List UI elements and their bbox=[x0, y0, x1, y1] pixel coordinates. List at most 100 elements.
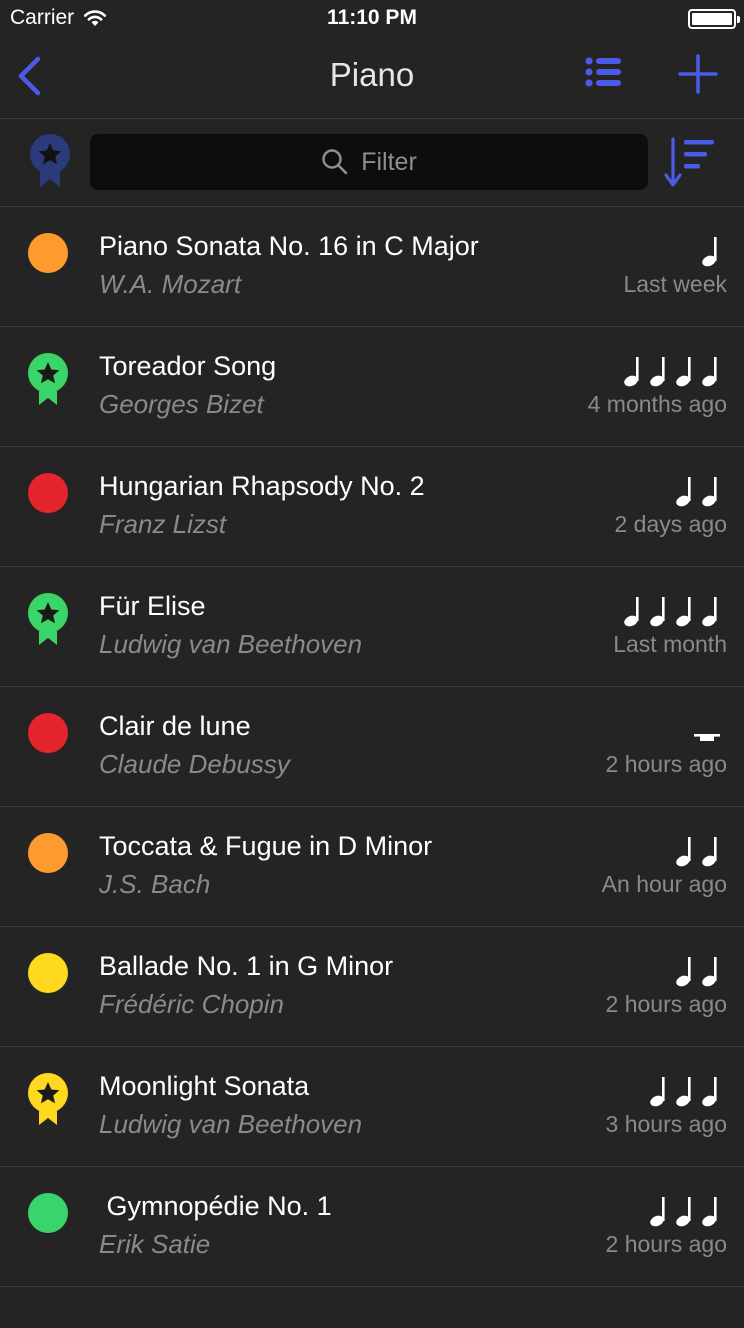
quarter-note-icon bbox=[676, 1197, 691, 1227]
piece-composer: Ludwig van Beethoven bbox=[99, 629, 363, 659]
note-mark bbox=[700, 955, 722, 987]
battery-icon bbox=[688, 9, 740, 29]
last-practiced-time: An hour ago bbox=[601, 871, 727, 897]
list-item[interactable]: Ballade No. 1 in G Minor Frédéric Chopin 2… bbox=[0, 927, 744, 1047]
quarter-note-icon bbox=[624, 357, 639, 387]
quarter-note-icon bbox=[624, 597, 639, 627]
status-dot-icon bbox=[28, 833, 68, 873]
status-dot-icon bbox=[28, 713, 68, 753]
difficulty-rating bbox=[700, 233, 722, 267]
filter-placeholder: Filter bbox=[361, 147, 417, 176]
list-item[interactable]: Hungarian Rhapsody No. 2 Franz Lizst 2 day… bbox=[0, 447, 744, 567]
sort-button[interactable] bbox=[664, 135, 718, 191]
difficulty-rating bbox=[648, 1193, 722, 1227]
note-mark bbox=[700, 475, 722, 507]
last-practiced-time: Last week bbox=[623, 271, 727, 297]
quarter-note-icon bbox=[702, 957, 717, 987]
note-mark bbox=[674, 355, 696, 387]
last-practiced-time: 2 hours ago bbox=[605, 991, 727, 1017]
piece-composer: Frédéric Chopin bbox=[99, 989, 284, 1019]
quarter-note-icon bbox=[702, 477, 717, 507]
piece-composer: Franz Lizst bbox=[99, 509, 227, 539]
list-item[interactable]: Gymnopédie No. 1 Erik Satie 2 hours ago bbox=[0, 1167, 744, 1287]
note-mark bbox=[622, 595, 644, 627]
piece-title: Clair de lune bbox=[99, 711, 251, 741]
note-mark bbox=[648, 595, 670, 627]
note-mark bbox=[674, 595, 696, 627]
quarter-note-icon bbox=[702, 837, 717, 867]
note-mark bbox=[674, 1075, 696, 1107]
medal-icon bbox=[28, 593, 68, 645]
difficulty-rating bbox=[692, 713, 722, 747]
status-bar: Carrier 11:10 PM bbox=[0, 0, 744, 40]
list-item[interactable]: Piano Sonata No. 16 in C Major W.A. Mozar… bbox=[0, 207, 744, 327]
piece-title: Für Elise bbox=[99, 591, 206, 621]
difficulty-rating bbox=[622, 353, 722, 387]
filter-input[interactable]: Filter bbox=[90, 134, 648, 190]
list-view-button[interactable] bbox=[582, 54, 626, 94]
difficulty-rating bbox=[674, 473, 722, 507]
piece-title: Moonlight Sonata bbox=[99, 1071, 310, 1101]
quarter-note-icon bbox=[676, 1077, 691, 1107]
quarter-note-icon bbox=[650, 1197, 665, 1227]
note-mark bbox=[700, 595, 722, 627]
list-item[interactable]: Toreador Song Georges Bizet 4 months ago bbox=[0, 327, 744, 447]
status-indicator bbox=[28, 353, 68, 407]
last-practiced-time: 2 hours ago bbox=[605, 1231, 727, 1257]
piece-title: Piano Sonata No. 16 in C Major bbox=[99, 231, 479, 261]
status-dot-icon bbox=[28, 953, 68, 993]
piece-title: Toccata & Fugue in D Minor bbox=[99, 831, 433, 861]
note-mark bbox=[648, 355, 670, 387]
quarter-note-icon bbox=[676, 477, 691, 507]
plus-icon bbox=[678, 54, 718, 94]
quarter-note-icon bbox=[702, 237, 717, 267]
note-mark bbox=[700, 1075, 722, 1107]
list-item[interactable]: Moonlight Sonata Ludwig van Beethoven 3 ho… bbox=[0, 1047, 744, 1167]
piece-composer: Erik Satie bbox=[99, 1229, 211, 1259]
list-item[interactable]: Für Elise Ludwig van Beethoven Last month bbox=[0, 567, 744, 687]
medal-icon bbox=[28, 353, 68, 405]
status-dot-icon bbox=[28, 473, 68, 513]
piece-composer: Claude Debussy bbox=[99, 749, 290, 779]
search-icon bbox=[322, 149, 348, 175]
piece-composer: Ludwig van Beethoven bbox=[99, 1109, 363, 1139]
medal-filter-button[interactable] bbox=[28, 133, 72, 191]
note-mark bbox=[674, 1195, 696, 1227]
piece-composer: Georges Bizet bbox=[99, 389, 264, 419]
quarter-note-icon bbox=[650, 357, 665, 387]
last-practiced-time: 2 days ago bbox=[614, 511, 727, 537]
medal-icon bbox=[30, 134, 70, 187]
status-indicator bbox=[28, 593, 68, 647]
note-mark bbox=[674, 835, 696, 867]
note-mark bbox=[622, 355, 644, 387]
piece-composer: J.S. Bach bbox=[99, 869, 211, 899]
note-mark bbox=[700, 235, 722, 267]
status-indicator bbox=[28, 833, 68, 887]
quarter-note-icon bbox=[676, 837, 691, 867]
list-item[interactable]: Clair de lune Claude Debussy 2 hours ago bbox=[0, 687, 744, 807]
quarter-note-icon bbox=[676, 357, 691, 387]
piece-composer: W.A. Mozart bbox=[99, 269, 242, 299]
quarter-note-icon bbox=[676, 957, 691, 987]
list-icon bbox=[585, 57, 621, 87]
status-dot-icon bbox=[28, 233, 68, 273]
status-indicator bbox=[28, 473, 68, 527]
page-title: Piano bbox=[329, 56, 415, 93]
status-time: 11:10 PM bbox=[327, 6, 417, 29]
half-rest-icon bbox=[694, 734, 720, 741]
quarter-note-icon bbox=[676, 597, 691, 627]
list-item[interactable]: Toccata & Fugue in D Minor J.S. Bach An ho… bbox=[0, 807, 744, 927]
note-mark bbox=[700, 835, 722, 867]
note-mark bbox=[648, 1195, 670, 1227]
piece-title: Ballade No. 1 in G Minor bbox=[99, 951, 394, 981]
add-button[interactable] bbox=[676, 52, 720, 96]
quarter-note-icon bbox=[650, 597, 665, 627]
medal-icon bbox=[28, 1073, 68, 1125]
difficulty-rating bbox=[648, 1073, 722, 1107]
difficulty-rating bbox=[622, 593, 722, 627]
quarter-note-icon bbox=[702, 357, 717, 387]
last-practiced-time: 4 months ago bbox=[587, 391, 727, 417]
filter-bar: Filter bbox=[0, 119, 744, 206]
status-indicator bbox=[28, 713, 68, 767]
note-mark bbox=[700, 1195, 722, 1227]
